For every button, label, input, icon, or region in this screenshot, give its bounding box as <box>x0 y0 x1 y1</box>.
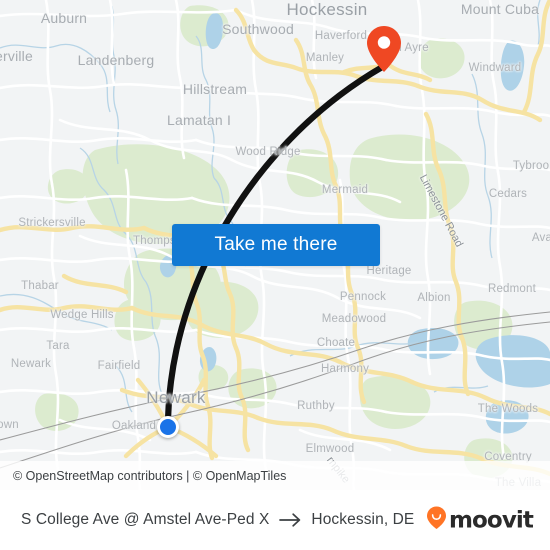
trip-footer-bar: S College Ave @ Amstel Ave-Ped X Hockess… <box>0 490 550 550</box>
destination-stop-label: Hockessin, DE <box>311 511 415 528</box>
arrow-right-icon <box>279 513 302 527</box>
map-attribution-bar: © OpenStreetMap contributors | © OpenMap… <box>0 461 550 490</box>
take-me-there-button[interactable]: Take me there <box>172 224 380 266</box>
moovit-wordmark: moovit <box>448 507 534 533</box>
map-canvas[interactable]: Auburn Southwood Hockessin Mount Cuba Haverf… <box>0 0 550 490</box>
attribution-text[interactable]: © OpenStreetMap contributors | © OpenMap… <box>13 469 286 483</box>
origin-stop-label: S College Ave @ Amstel Ave-Ped X <box>21 511 270 528</box>
destination-pin-icon[interactable] <box>367 26 401 72</box>
moovit-logo[interactable]: moovit <box>426 506 534 535</box>
moovit-trip-map-screen: Auburn Southwood Hockessin Mount Cuba Haverf… <box>0 0 550 550</box>
moovit-pin-icon <box>426 506 447 535</box>
trip-summary: S College Ave @ Amstel Ave-Ped X Hockess… <box>21 511 414 529</box>
origin-marker[interactable] <box>157 416 179 438</box>
